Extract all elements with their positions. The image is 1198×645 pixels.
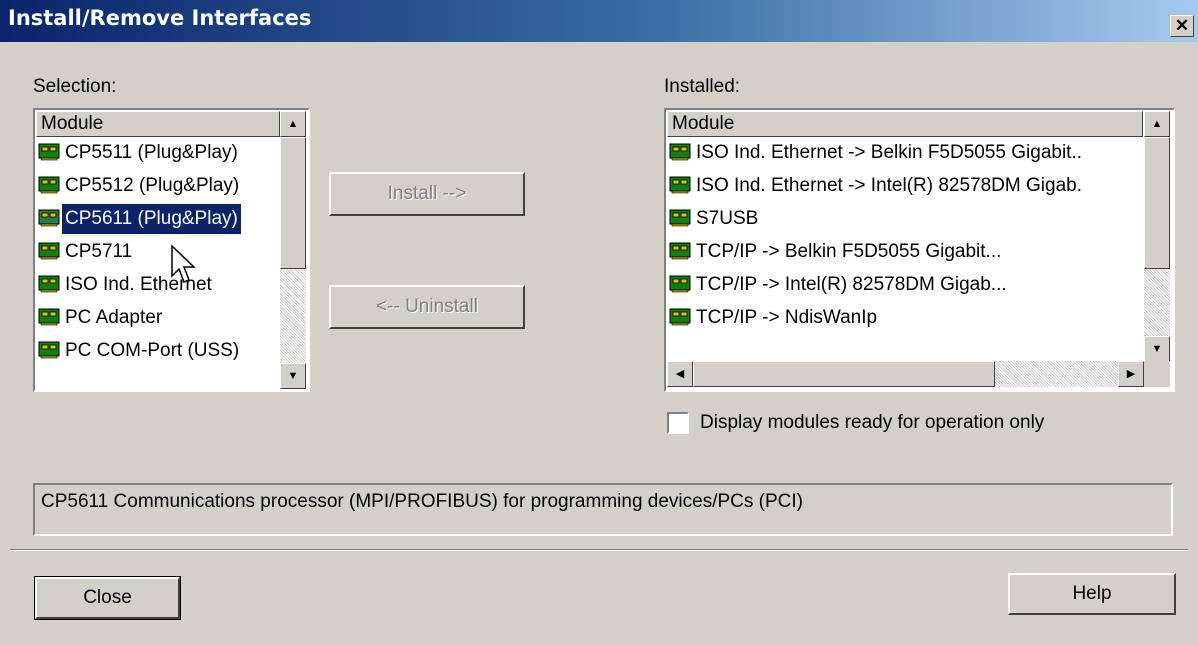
list-item-label: TCP/IP -> NdisWanIp bbox=[696, 307, 878, 328]
list-item[interactable]: PC Adapter bbox=[38, 303, 165, 333]
close-icon: ✕ bbox=[1174, 16, 1190, 35]
module-card-icon bbox=[669, 143, 691, 161]
selection-column-header-label: Module bbox=[41, 113, 104, 134]
title-bar: Install/Remove Interfaces ✕ bbox=[0, 0, 1198, 42]
module-card-icon bbox=[38, 209, 60, 227]
scroll-down-button[interactable]: ▼ bbox=[280, 363, 306, 389]
uninstall-button[interactable]: <-- Uninstall bbox=[329, 285, 525, 329]
ready-modules-checkbox-label[interactable]: Display modules ready for operation only bbox=[700, 412, 1044, 434]
list-item[interactable]: TCP/IP -> NdisWanIp bbox=[669, 303, 880, 333]
separator bbox=[10, 549, 1188, 551]
list-item-label: CP5711 bbox=[65, 241, 133, 262]
list-item-label: ISO Ind. Ethernet -> Belkin F5D5055 Giga… bbox=[696, 142, 1083, 163]
close-button-label: Close bbox=[83, 587, 132, 608]
list-item[interactable]: ISO Ind. Ethernet -> Intel(R) 82578DM Gi… bbox=[669, 171, 1085, 201]
description-box: CP5611 Communications processor (MPI/PRO… bbox=[33, 483, 1173, 536]
arrow-down-icon: ▼ bbox=[287, 370, 299, 382]
arrow-up-icon: ▲ bbox=[287, 118, 299, 130]
module-card-icon bbox=[38, 242, 60, 260]
scroll-thumb[interactable] bbox=[693, 361, 995, 387]
scroll-down-button[interactable]: ▼ bbox=[1144, 336, 1170, 362]
list-item-label: CP5512 (Plug&Play) bbox=[65, 175, 240, 196]
list-item-label: PC Adapter bbox=[65, 307, 163, 328]
description-text: CP5611 Communications processor (MPI/PRO… bbox=[41, 491, 803, 512]
list-item[interactable]: CP5611 (Plug&Play) bbox=[38, 203, 242, 235]
installed-label: Installed: bbox=[664, 76, 741, 97]
scroll-up-button[interactable]: ▲ bbox=[280, 111, 306, 137]
install-button[interactable]: Install --> bbox=[329, 172, 525, 216]
list-item[interactable]: TCP/IP -> Belkin F5D5055 Gigabit... bbox=[669, 237, 1004, 267]
arrow-left-icon: ◀ bbox=[675, 368, 685, 380]
list-item-label: S7USB bbox=[696, 208, 759, 229]
arrow-right-icon: ▶ bbox=[1126, 368, 1136, 380]
installed-hscrollbar[interactable]: ◀ ▶ bbox=[667, 361, 1144, 387]
window-title: Install/Remove Interfaces bbox=[8, 6, 312, 30]
mouse-pointer-icon bbox=[171, 244, 196, 283]
scroll-corner bbox=[1144, 361, 1170, 387]
installed-list[interactable]: Module ISO Ind. Ethernet -> Belkin F5D50… bbox=[664, 108, 1175, 392]
list-item-label: CP5511 (Plug&Play) bbox=[65, 142, 238, 163]
close-window-button[interactable]: ✕ bbox=[1170, 15, 1194, 37]
list-item-label: TCP/IP -> Intel(R) 82578DM Gigab... bbox=[696, 274, 1007, 295]
list-item-label: CP5611 (Plug&Play) bbox=[61, 203, 242, 235]
list-item[interactable]: S7USB bbox=[669, 204, 761, 234]
module-card-icon bbox=[669, 308, 691, 326]
selection-vscrollbar[interactable]: ▲ ▼ bbox=[280, 111, 306, 389]
module-card-icon bbox=[38, 341, 60, 359]
scroll-thumb[interactable] bbox=[280, 137, 306, 269]
module-card-icon bbox=[38, 308, 60, 326]
list-item[interactable]: TCP/IP -> Intel(R) 82578DM Gigab... bbox=[669, 270, 1010, 300]
module-card-icon bbox=[38, 176, 60, 194]
close-button[interactable]: Close bbox=[34, 576, 181, 620]
install-button-label: Install --> bbox=[387, 183, 467, 204]
module-card-icon bbox=[669, 242, 691, 260]
arrow-up-icon: ▲ bbox=[1151, 118, 1163, 130]
list-item-label: TCP/IP -> Belkin F5D5055 Gigabit... bbox=[696, 241, 1002, 262]
selection-column-header[interactable]: Module bbox=[36, 111, 280, 137]
uninstall-button-label: <-- Uninstall bbox=[376, 296, 478, 317]
arrow-down-icon: ▼ bbox=[1151, 343, 1163, 355]
scroll-up-button[interactable]: ▲ bbox=[1144, 111, 1170, 137]
list-item[interactable]: ISO Ind. Ethernet -> Belkin F5D5055 Giga… bbox=[669, 138, 1085, 168]
scroll-thumb[interactable] bbox=[1144, 137, 1170, 269]
list-item[interactable]: CP5511 (Plug&Play) bbox=[38, 138, 241, 168]
module-card-icon bbox=[38, 143, 60, 161]
module-card-icon bbox=[669, 275, 691, 293]
module-card-icon bbox=[669, 209, 691, 227]
list-item-label: PC COM-Port (USS) bbox=[65, 340, 240, 361]
list-item-label: ISO Ind. Ethernet -> Intel(R) 82578DM Gi… bbox=[696, 175, 1082, 196]
installed-vscrollbar[interactable]: ▲ ▼ bbox=[1144, 111, 1170, 362]
module-card-icon bbox=[38, 275, 60, 293]
installed-column-header-label: Module bbox=[672, 113, 735, 134]
help-button[interactable]: Help bbox=[1008, 573, 1176, 615]
ready-modules-checkbox[interactable] bbox=[667, 412, 689, 434]
scroll-right-button[interactable]: ▶ bbox=[1118, 361, 1144, 387]
list-item[interactable]: CP5512 (Plug&Play) bbox=[38, 171, 242, 201]
list-item[interactable]: PC COM-Port (USS) bbox=[38, 336, 242, 366]
list-item[interactable]: CP5711 bbox=[38, 237, 135, 267]
scroll-left-button[interactable]: ◀ bbox=[667, 361, 693, 387]
help-button-label: Help bbox=[1072, 583, 1112, 604]
module-card-icon bbox=[669, 176, 691, 194]
selection-label: Selection: bbox=[33, 76, 117, 97]
installed-column-header[interactable]: Module bbox=[667, 111, 1143, 137]
